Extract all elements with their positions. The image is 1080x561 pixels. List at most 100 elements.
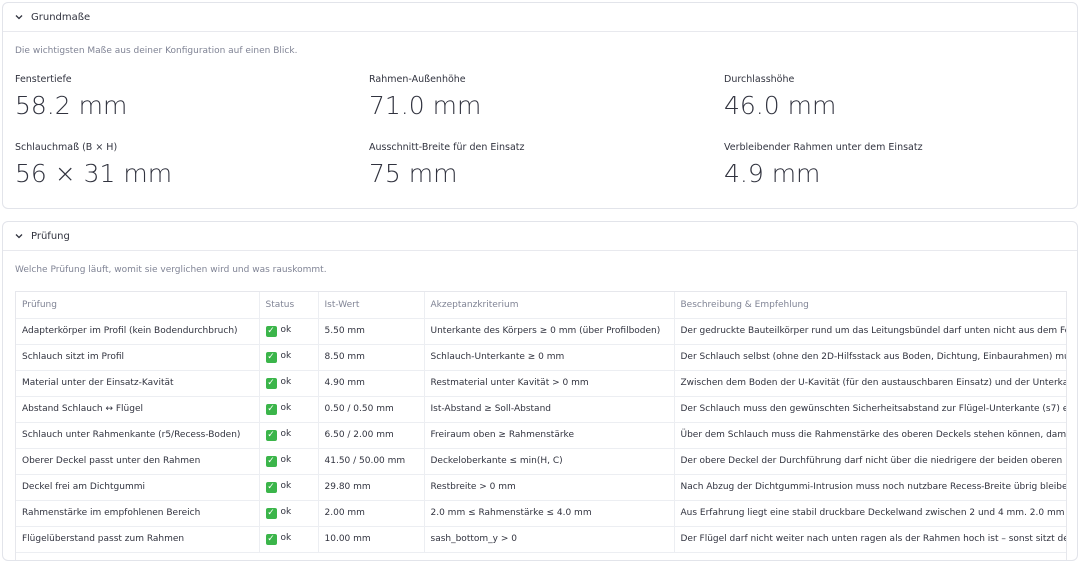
cell-pruefung[interactable]: Adapterkörper im Profil (kein Bodendurch…: [16, 318, 260, 345]
cell-akzeptanzkriterium[interactable]: 2.0 mm ≤ Rahmenstärke ≤ 4.0 mm: [424, 500, 675, 527]
cell-status-text: ok: [280, 481, 292, 491]
table-row: Abstand Schlauch ↔ Flügel ✓ ok 0.50 / 0.50 …: [16, 396, 1066, 423]
cell-ist-wert-text: 29.80 mm: [324, 482, 371, 492]
cell-pruefung[interactable]: Oberer Deckel passt unter den Rahmen: [16, 448, 260, 475]
cell-ist-wert-text: 6.50 / 2.00 mm: [324, 430, 394, 440]
cell-ist-wert[interactable]: 2.00 mm: [318, 500, 425, 527]
cell-akzeptanzkriterium-text: Restbreite > 0 mm: [430, 482, 516, 492]
table-row: Oberer Deckel passt unter den Rahmen ✓ ok 4…: [16, 448, 1066, 475]
cell-pruefung[interactable]: Deckel frei am Dichtgummi: [16, 474, 260, 501]
cell-ist-wert-text: 2.00 mm: [324, 508, 365, 518]
column-header-akzeptanzkriterium[interactable]: Akzeptanzkriterium: [424, 292, 675, 319]
grundmasse-title: Grundmaße: [31, 11, 91, 23]
cell-akzeptanzkriterium-text: Schlauch-Unterkante ≥ 0 mm: [430, 352, 565, 362]
cell-akzeptanzkriterium[interactable]: Ist-Abstand ≥ Soll-Abstand: [424, 396, 675, 423]
cell-ist-wert-text: 5.50 mm: [324, 326, 365, 336]
cell-beschreibung[interactable]: Der Flügel darf nicht weiter nach unten …: [674, 526, 1066, 553]
checkmark-icon: ✓: [265, 508, 277, 519]
metric-fenstertiefe: Fenstertiefe 58.2 mm: [15, 74, 127, 120]
metric-value: 75 mm: [369, 159, 458, 188]
pruefung-expander-header[interactable]: Prüfung: [3, 222, 1077, 251]
grundmasse-panel: Grundmaße Die wichtigsten Maße aus deine…: [2, 2, 1078, 209]
table-row: Adapterkörper im Profil (kein Bodendurch…: [16, 318, 1066, 345]
cell-status[interactable]: ✓ ok: [259, 526, 319, 553]
cell-pruefung[interactable]: Schlauch unter Rahmenkante (r5/Recess-Bo…: [16, 422, 260, 449]
cell-beschreibung[interactable]: Nach Abzug der Dichtgummi-Intrusion muss…: [674, 474, 1067, 501]
cell-pruefung[interactable]: Rahmenstärke im empfohlenen Bereich: [16, 500, 260, 527]
checkmark-icon: ✓: [265, 456, 277, 467]
cell-status[interactable]: ✓ ok: [259, 344, 319, 371]
cell-ist-wert[interactable]: 8.50 mm: [318, 344, 425, 371]
cell-pruefung-text: Adapterkörper im Profil (kein Bodendurch…: [22, 326, 238, 336]
metric-label: Fenstertiefe: [15, 74, 72, 85]
cell-akzeptanzkriterium[interactable]: Freiraum oben ≥ Rahmenstärke: [424, 422, 675, 449]
checkmark-icon: ✓: [265, 378, 277, 389]
cell-akzeptanzkriterium-text: 2.0 mm ≤ Rahmenstärke ≤ 4.0 mm: [430, 508, 592, 518]
cell-status-text: ok: [280, 377, 292, 387]
cell-pruefung-text: Rahmenstärke im empfohlenen Bereich: [22, 508, 201, 518]
cell-status[interactable]: ✓ ok: [259, 448, 319, 475]
cell-status[interactable]: ✓ ok: [259, 370, 319, 397]
metric-schlauchmass: Schlauchmaß (B × H) 56 × 31 mm: [15, 142, 172, 188]
cell-akzeptanzkriterium[interactable]: Restmaterial unter Kavität > 0 mm: [424, 370, 675, 397]
column-header-beschreibung[interactable]: Beschreibung & Empfehlung: [674, 292, 1066, 319]
cell-status-text: ok: [280, 429, 292, 439]
cell-beschreibung[interactable]: Der Schlauch muss den gewünschten Sicher…: [674, 396, 1066, 423]
table-row: Deckel frei am Dichtgummi ✓ ok 29.80 mm Rest…: [16, 474, 1067, 501]
cell-status-text: ok: [280, 325, 292, 335]
grundmasse-expander-header[interactable]: Grundmaße: [3, 3, 1077, 32]
cell-status-text: ok: [280, 533, 292, 543]
cell-beschreibung[interactable]: Der Schlauch selbst (ohne den 2D-Hilfsst…: [674, 344, 1066, 371]
cell-ist-wert[interactable]: 4.90 mm: [318, 370, 425, 397]
cell-ist-wert-text: 4.90 mm: [324, 378, 365, 388]
cell-status[interactable]: ✓ ok: [259, 396, 319, 423]
cell-ist-wert[interactable]: 0.50 / 0.50 mm: [318, 396, 425, 423]
cell-akzeptanzkriterium[interactable]: Deckeloberkante ≤ min(H, C): [424, 448, 675, 475]
cell-akzeptanzkriterium-text: Ist-Abstand ≥ Soll-Abstand: [430, 404, 552, 414]
checkmark-icon: ✓: [265, 352, 277, 363]
cell-status[interactable]: ✓ ok: [259, 422, 319, 449]
cell-beschreibung[interactable]: Zwischen dem Boden der U-Kavität (für de…: [674, 370, 1066, 397]
metric-rahmen-aussenhoehe: Rahmen-Außenhöhe 71.0 mm: [369, 74, 481, 120]
cell-beschreibung[interactable]: Aus Erfahrung liegt eine stabil druckbar…: [674, 500, 1066, 527]
cell-akzeptanzkriterium[interactable]: Unterkante des Körpers ≥ 0 mm (über Prof…: [424, 318, 675, 345]
cell-pruefung[interactable]: Schlauch sitzt im Profil: [16, 344, 260, 371]
cell-akzeptanzkriterium[interactable]: sash_bottom_y > 0: [424, 526, 675, 553]
cell-pruefung-text: Abstand Schlauch ↔ Flügel: [22, 404, 144, 414]
pruefung-title: Prüfung: [31, 230, 70, 242]
cell-ist-wert[interactable]: 6.50 / 2.00 mm: [318, 422, 425, 449]
cell-status[interactable]: ✓ ok: [259, 318, 319, 345]
cell-pruefung[interactable]: Abstand Schlauch ↔ Flügel: [16, 396, 260, 423]
metric-verbleibender-rahmen: Verbleibender Rahmen unter dem Einsatz 4…: [724, 142, 923, 188]
cell-pruefung[interactable]: Material unter der Einsatz-Kavität: [16, 370, 260, 397]
cell-pruefung-text: Deckel frei am Dichtgummi: [22, 482, 145, 492]
metric-ausschnitt-breite: Ausschnitt-Breite für den Einsatz 75 mm: [369, 142, 525, 188]
metric-value: 46.0 mm: [724, 91, 837, 120]
cell-akzeptanzkriterium[interactable]: Schlauch-Unterkante ≥ 0 mm: [424, 344, 675, 371]
column-header-status[interactable]: Status: [259, 292, 319, 319]
column-header-pruefung[interactable]: Prüfung: [16, 292, 260, 319]
pruefung-table-container[interactable]: Prüfung Status Ist-Wert Akzeptanzkriteri…: [15, 291, 1067, 560]
cell-pruefung-text: Schlauch unter Rahmenkante (r5/Recess-Bo…: [22, 430, 241, 440]
cell-ist-wert[interactable]: 41.50 / 50.00 mm: [318, 448, 425, 475]
cell-beschreibung[interactable]: Der gedruckte Bauteilkörper rund um das …: [674, 318, 1066, 345]
cell-beschreibung[interactable]: Der obere Deckel der Durchführung darf n…: [674, 448, 1066, 475]
cell-status[interactable]: ✓ ok: [259, 500, 319, 527]
cell-beschreibung[interactable]: Über dem Schlauch muss die Rahmenstärke …: [674, 422, 1066, 449]
metric-label: Ausschnitt-Breite für den Einsatz: [369, 142, 525, 153]
chevron-down-icon: [13, 230, 25, 242]
table-header-row: Prüfung Status Ist-Wert Akzeptanzkriteri…: [16, 292, 1066, 319]
cell-ist-wert[interactable]: 29.80 mm: [318, 474, 425, 501]
cell-beschreibung-text: Nach Abzug der Dichtgummi-Intrusion muss…: [680, 482, 1067, 492]
metric-value: 4.9 mm: [724, 159, 821, 188]
cell-ist-wert[interactable]: 5.50 mm: [318, 318, 425, 345]
cell-pruefung[interactable]: Flügelüberstand passt zum Rahmen: [16, 526, 260, 553]
cell-pruefung-text: Oberer Deckel passt unter den Rahmen: [22, 456, 201, 466]
table-row: Schlauch unter Rahmenkante (r5/Recess-Bo…: [16, 422, 1066, 449]
column-header-ist-wert[interactable]: Ist-Wert: [318, 292, 425, 319]
cell-ist-wert[interactable]: 10.00 mm: [318, 526, 425, 553]
cell-akzeptanzkriterium[interactable]: Restbreite > 0 mm: [424, 474, 675, 501]
cell-status[interactable]: ✓ ok: [259, 474, 319, 501]
cell-pruefung-text: Flügelüberstand passt zum Rahmen: [22, 534, 185, 544]
table-row: Schlauch sitzt im Profil ✓ ok 8.50 mm Schlau…: [16, 344, 1066, 371]
